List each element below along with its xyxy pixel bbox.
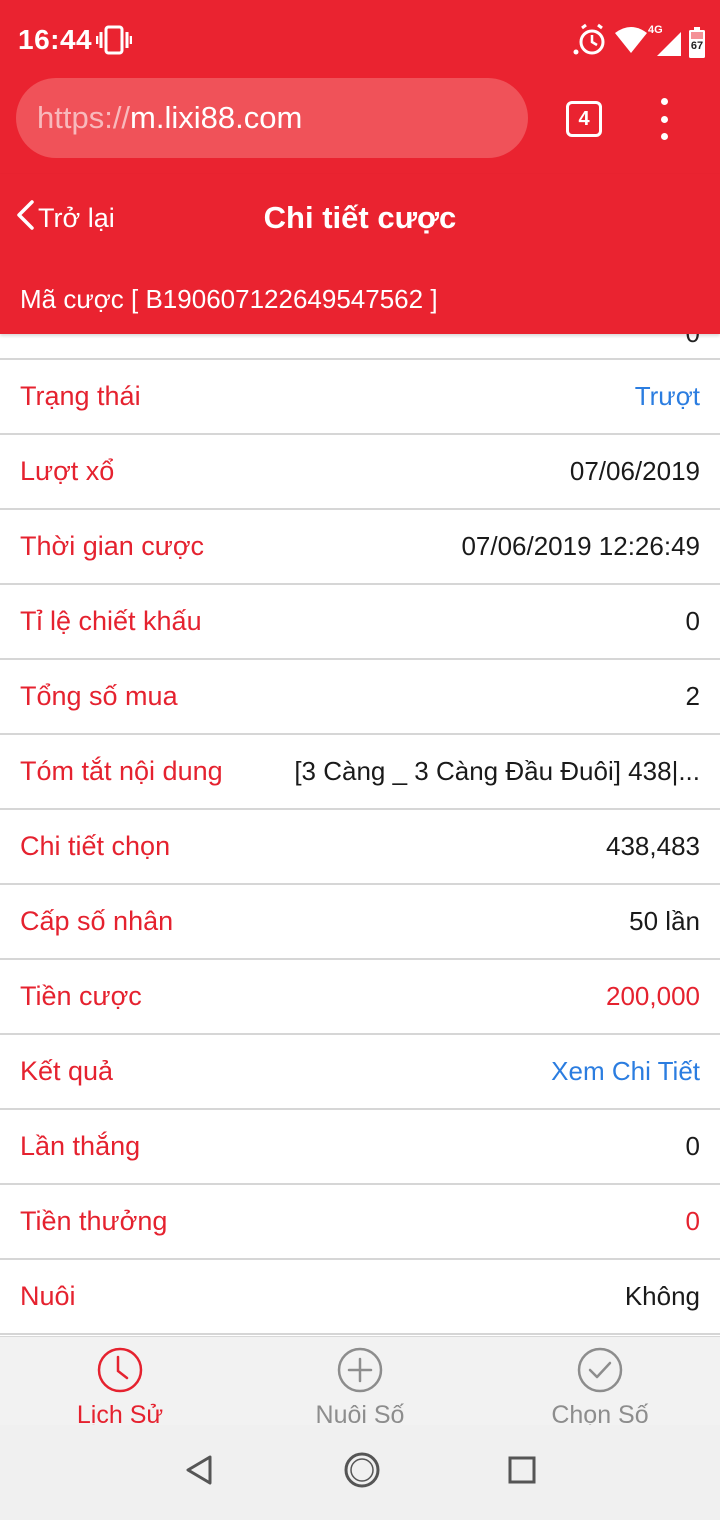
- bottom-nav: Lịch Sử Nuôi Số Chọn Số: [0, 1336, 720, 1429]
- row-value: 0: [685, 1206, 700, 1236]
- row-label: Tóm tắt nội dung: [20, 756, 223, 786]
- row-label: Tiền cược: [20, 981, 142, 1011]
- row-result: Kết quả Xem Chi Tiết: [0, 1035, 720, 1110]
- row-prize: Tiền thưởng 0: [0, 1185, 720, 1260]
- row-selection-detail: Chi tiết chọn 438,483: [0, 810, 720, 885]
- nav-history[interactable]: Lịch Sử: [0, 1337, 240, 1429]
- row-label: Thời gian cược: [20, 531, 205, 561]
- view-details-link[interactable]: Xem Chi Tiết: [551, 1056, 700, 1087]
- page-title: Chi tiết cược: [263, 200, 457, 235]
- row-value: 07/06/2019: [569, 456, 700, 486]
- row-value: 0: [686, 334, 700, 349]
- battery-level: 67: [690, 39, 704, 52]
- row-label: Trạng thái: [20, 381, 141, 411]
- row-discount-rate: Tỉ lệ chiết khấu 0: [0, 585, 720, 660]
- row-value: 438,483: [606, 831, 700, 861]
- url-host: m.lixi88.com: [130, 100, 303, 135]
- status-time: 16:44: [18, 24, 93, 55]
- back-triangle-icon[interactable]: [182, 1452, 218, 1493]
- row-value: 0: [685, 606, 700, 636]
- bet-code: Mã cược [ B190607122649547562 ]: [20, 284, 438, 314]
- row-total-bought: Tổng số mua 2: [0, 660, 720, 735]
- row-label: Tỉ lệ chiết khấu: [20, 606, 202, 636]
- home-circle-icon[interactable]: [342, 1450, 382, 1495]
- row-label: Kết quả: [20, 1056, 114, 1086]
- browser-menu-button[interactable]: [648, 98, 680, 140]
- row-label: Tổng số mua: [20, 681, 178, 711]
- app-header: Trở lại Chi tiết cược Mã cược [ B1906071…: [0, 174, 720, 334]
- row-multiplier: Cấp số nhân 50 lần: [0, 885, 720, 960]
- row-content-summary: Tóm tắt nội dung [3 Càng _ 3 Càng Đầu Đu…: [0, 735, 720, 810]
- nav-nurture-number[interactable]: Nuôi Số: [240, 1337, 480, 1429]
- row-value: 200,000: [606, 981, 700, 1011]
- signal-icon: 4G: [648, 24, 682, 58]
- row-value: [3 Càng _ 3 Càng Đầu Đuôi] 438|...: [294, 756, 700, 786]
- menu-dot: [660, 133, 668, 140]
- url-field[interactable]: https://m.lixi88.com: [16, 78, 528, 158]
- status-bar: 16:44 4G 67: [0, 0, 720, 80]
- system-nav-bar: [0, 1425, 720, 1520]
- row-value: Trượt: [634, 381, 700, 411]
- row-draw: Lượt xổ 07/06/2019: [0, 435, 720, 510]
- row-value: 07/06/2019 12:26:49: [461, 531, 700, 561]
- row-label: Cấp số nhân: [20, 906, 174, 936]
- check-circle-icon: [576, 1346, 624, 1399]
- wifi-icon: [614, 25, 648, 60]
- row-win-count: Lần thắng 0: [0, 1110, 720, 1185]
- row-label: Tiền thưởng: [20, 1206, 168, 1236]
- row-value: 50 lần: [629, 906, 700, 936]
- more-vert-icon: [660, 98, 668, 105]
- menu-dot: [660, 115, 668, 123]
- row-status: Trạng thái Trượt: [0, 360, 720, 435]
- row-label: Lần thắng: [20, 1131, 141, 1161]
- row-bet-amount: Tiền cược 200,000: [0, 960, 720, 1035]
- row-nurture: Nuôi Không: [0, 1260, 720, 1335]
- url-scheme: https://: [37, 100, 131, 135]
- bet-detail-list: 0 Trạng thái Trượt Lượt xổ 07/06/2019 Th…: [0, 334, 720, 1336]
- tab-count: 4: [578, 107, 590, 130]
- row-value: Không: [624, 1281, 700, 1311]
- row-label: Chi tiết chọn: [20, 831, 171, 861]
- clock-icon: [96, 1346, 144, 1399]
- list-item: 0: [0, 334, 720, 360]
- row-value: 2: [685, 681, 700, 711]
- browser-toolbar: https://m.lixi88.com 4: [0, 78, 720, 174]
- tab-switcher-button[interactable]: 4: [566, 101, 602, 137]
- row-bet-time: Thời gian cược 07/06/2019 12:26:49: [0, 510, 720, 585]
- recents-square-icon[interactable]: [506, 1454, 538, 1491]
- nav-choose-number[interactable]: Chọn Số: [480, 1337, 720, 1429]
- battery-icon: 67: [688, 26, 706, 59]
- row-label: Lượt xổ: [20, 456, 115, 486]
- plus-circle-icon: [336, 1346, 384, 1399]
- row-value: 0: [685, 1131, 700, 1161]
- row-label: Nuôi: [20, 1281, 76, 1311]
- vibrate-icon: [95, 22, 133, 63]
- alarm-icon: [570, 22, 608, 63]
